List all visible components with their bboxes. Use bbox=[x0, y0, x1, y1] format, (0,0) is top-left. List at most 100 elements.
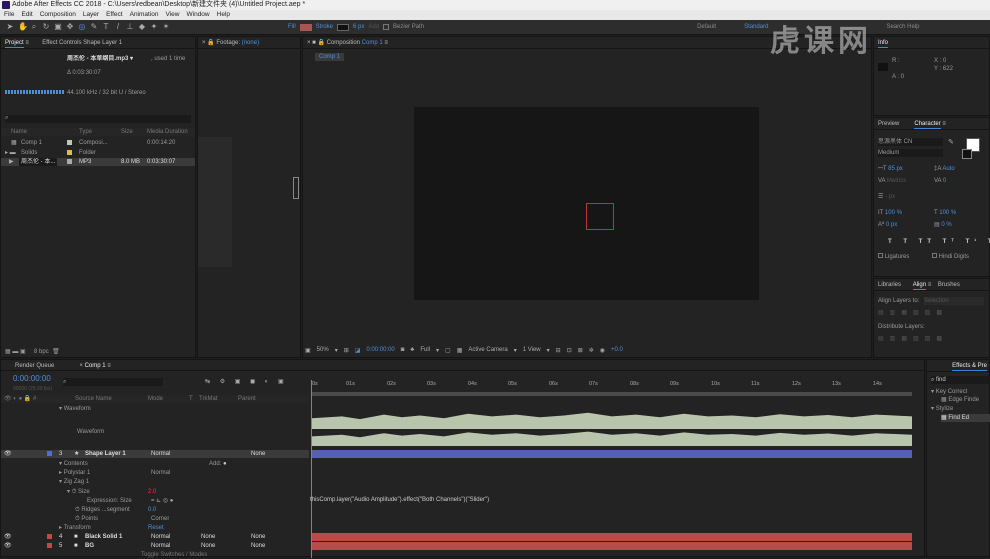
project-item[interactable]: ▶ 周杰伦 - 本... MP3 8.0 MB 0:03:30:07 bbox=[1, 158, 195, 166]
workspace-default[interactable]: Default bbox=[697, 24, 716, 30]
transparency-icon[interactable]: ▦ bbox=[457, 347, 463, 354]
timeline-search-input[interactable]: ⌕ bbox=[63, 378, 163, 386]
distribute-buttons[interactable]: ▤▥▦▧▨▩ bbox=[878, 335, 948, 343]
expression-text[interactable]: thisComp.layer("Audio Amplitude").effect… bbox=[310, 496, 489, 504]
pan-behind-tool-icon[interactable]: ✥ bbox=[66, 23, 74, 31]
layer-row-shape[interactable]: 👁 3 ★ Shape Layer 1 Normal None bbox=[1, 450, 309, 458]
effect-item-selected[interactable]: ▦ Find Ed bbox=[941, 414, 990, 422]
effects-search-input[interactable]: ⌕ find bbox=[931, 376, 989, 384]
text-style-buttons[interactable]: T T TT Tᵀ T¹ T₁ bbox=[888, 238, 990, 246]
tab-info[interactable]: Info bbox=[878, 40, 889, 48]
visibility-eye-icon[interactable]: 👁 bbox=[4, 542, 12, 550]
black-solid-bar[interactable] bbox=[312, 533, 912, 541]
col-type[interactable]: Type bbox=[79, 128, 92, 136]
tab-brushes[interactable]: Brushes bbox=[938, 282, 960, 288]
points-value[interactable]: Corner bbox=[151, 515, 169, 523]
tracking[interactable]: VA 0 bbox=[934, 177, 946, 185]
reset-link[interactable]: Reset bbox=[148, 524, 164, 532]
waveform-property[interactable]: ▾ Waveform bbox=[59, 405, 91, 413]
reset-exposure-icon[interactable]: ◉ bbox=[600, 347, 605, 354]
menu-help[interactable]: Help bbox=[217, 10, 230, 20]
fast-preview-icon[interactable]: ⊡ bbox=[567, 347, 572, 354]
visibility-eye-icon[interactable]: 👁 bbox=[4, 450, 12, 458]
add-label[interactable]: Add bbox=[368, 24, 379, 30]
col-mode[interactable]: Mode bbox=[148, 395, 163, 403]
region-icon[interactable]: ▣ bbox=[305, 347, 311, 354]
close-icon[interactable]: × bbox=[307, 40, 311, 46]
project-item[interactable]: ▸ ▬ Solids Folder bbox=[1, 149, 195, 157]
ligatures-option[interactable]: Ligatures bbox=[878, 253, 909, 261]
eyedropper-icon[interactable]: ✎ bbox=[948, 138, 954, 146]
ligatures-checkbox[interactable] bbox=[878, 253, 883, 258]
shape-layer-bar[interactable] bbox=[312, 450, 912, 458]
tsume[interactable]: ▤ 0 % bbox=[934, 221, 952, 229]
toggle-switches-modes[interactable]: Toggle Switches / Modes bbox=[141, 551, 207, 559]
snapshot-icon[interactable]: ◙ bbox=[401, 347, 405, 353]
points-property[interactable]: ⏱ Points bbox=[75, 515, 98, 523]
playhead[interactable] bbox=[311, 380, 312, 558]
time-ruler[interactable]: 0s 01s 02s 03s 04s 05s 06s 07s 08s 09s 1… bbox=[312, 381, 912, 390]
layer-row-black-solid[interactable]: 👁 4 ■ Black Solid 1 Normal None None bbox=[1, 533, 309, 541]
tab-render-queue[interactable]: Render Queue bbox=[15, 363, 54, 369]
work-area-bar[interactable] bbox=[312, 392, 912, 396]
visibility-eye-icon[interactable]: 👁 bbox=[4, 533, 12, 541]
comp-breadcrumb[interactable]: Comp 1 bbox=[315, 53, 345, 61]
shape-layer-preview[interactable] bbox=[586, 203, 614, 230]
fill-label[interactable]: Fill bbox=[288, 24, 296, 30]
hindi-checkbox[interactable] bbox=[932, 253, 937, 258]
camera-select[interactable]: Active Camera bbox=[468, 347, 507, 353]
stopwatch-icon[interactable]: ⏱ bbox=[75, 516, 80, 522]
brush-tool-icon[interactable]: / bbox=[114, 23, 122, 31]
color-channel-icon[interactable]: ♣ bbox=[410, 347, 414, 353]
col-t[interactable]: T bbox=[189, 395, 193, 403]
clone-stamp-tool-icon[interactable]: ⊥ bbox=[126, 23, 134, 31]
size-value[interactable]: 2.0 bbox=[148, 488, 156, 496]
baseline-shift[interactable]: Aª 0 px bbox=[878, 221, 897, 229]
tab-effect-controls[interactable]: Effect Controls Shape Layer 1 bbox=[42, 40, 122, 46]
tab-character[interactable]: Character bbox=[914, 121, 941, 129]
effect-item[interactable]: ▦ Edge Finde bbox=[941, 396, 979, 404]
col-source-name[interactable]: Source Name bbox=[75, 395, 112, 403]
menu-effect[interactable]: Effect bbox=[106, 10, 123, 20]
interpret-icon[interactable]: ▦ bbox=[5, 349, 11, 355]
menu-edit[interactable]: Edit bbox=[21, 10, 32, 20]
stroke-width-field[interactable]: ☰ - px bbox=[878, 193, 895, 201]
trash-icon[interactable]: 🗑 bbox=[52, 349, 60, 355]
exposure-value[interactable]: +0.0 bbox=[611, 347, 623, 353]
menu-layer[interactable]: Layer bbox=[83, 10, 99, 20]
kerning[interactable]: VA Metrics bbox=[878, 177, 906, 185]
menu-view[interactable]: View bbox=[166, 10, 180, 20]
shape-tool-icon[interactable]: ◎ bbox=[78, 23, 86, 31]
expression-controls[interactable]: = ⊾ ◎ ● bbox=[151, 497, 173, 505]
resolution-select[interactable]: Full bbox=[420, 347, 430, 353]
lock-icon[interactable]: 🔒 bbox=[317, 40, 324, 46]
timeline-current-time[interactable]: 0:00:00:00 bbox=[13, 375, 51, 385]
view-layout-select[interactable]: 1 View bbox=[523, 347, 541, 353]
stopwatch-icon[interactable]: ⏱ bbox=[72, 489, 77, 495]
menu-file[interactable]: File bbox=[4, 10, 14, 20]
tab-composition[interactable]: Composition bbox=[327, 40, 360, 46]
font-style-select[interactable]: Medium bbox=[878, 149, 943, 157]
hand-tool-icon[interactable]: ✋ bbox=[18, 23, 28, 31]
leading[interactable]: ‡A Auto bbox=[934, 165, 955, 173]
project-search-input[interactable]: ⌕ bbox=[5, 115, 191, 123]
tab-comp1[interactable]: Comp 1 bbox=[84, 363, 106, 370]
font-size[interactable]: ꟷT 85 px bbox=[878, 165, 903, 173]
zoom-tool-icon[interactable]: ⌕ bbox=[30, 23, 38, 31]
stroke-width[interactable]: 6 px bbox=[353, 24, 364, 30]
stroke-swatch[interactable] bbox=[337, 23, 350, 31]
layer-row-bg[interactable]: 👁 5 ■ BG Normal None None bbox=[1, 542, 309, 550]
grid-icon[interactable]: ⊞ bbox=[344, 347, 349, 354]
rotate-tool-icon[interactable]: ↻ bbox=[42, 23, 50, 31]
align-buttons[interactable]: ▤▥▦▧▨▩ bbox=[878, 309, 948, 317]
bit-depth[interactable]: 8 bpc bbox=[34, 349, 49, 355]
tab-effects-presets[interactable]: Effects & Pre bbox=[952, 363, 987, 371]
camera-tool-icon[interactable]: ▣ bbox=[54, 23, 62, 31]
align-to-select[interactable]: Selection bbox=[924, 297, 984, 305]
close-icon[interactable]: × bbox=[202, 40, 206, 46]
current-time[interactable]: 0:00:00:00 bbox=[366, 347, 394, 353]
toggle-icon[interactable]: ⊟ bbox=[556, 347, 561, 354]
search-help[interactable]: Search Help bbox=[886, 24, 919, 30]
stopwatch-icon[interactable]: ⏱ bbox=[75, 507, 80, 513]
vertical-scale[interactable]: IT 100 % bbox=[878, 209, 902, 217]
